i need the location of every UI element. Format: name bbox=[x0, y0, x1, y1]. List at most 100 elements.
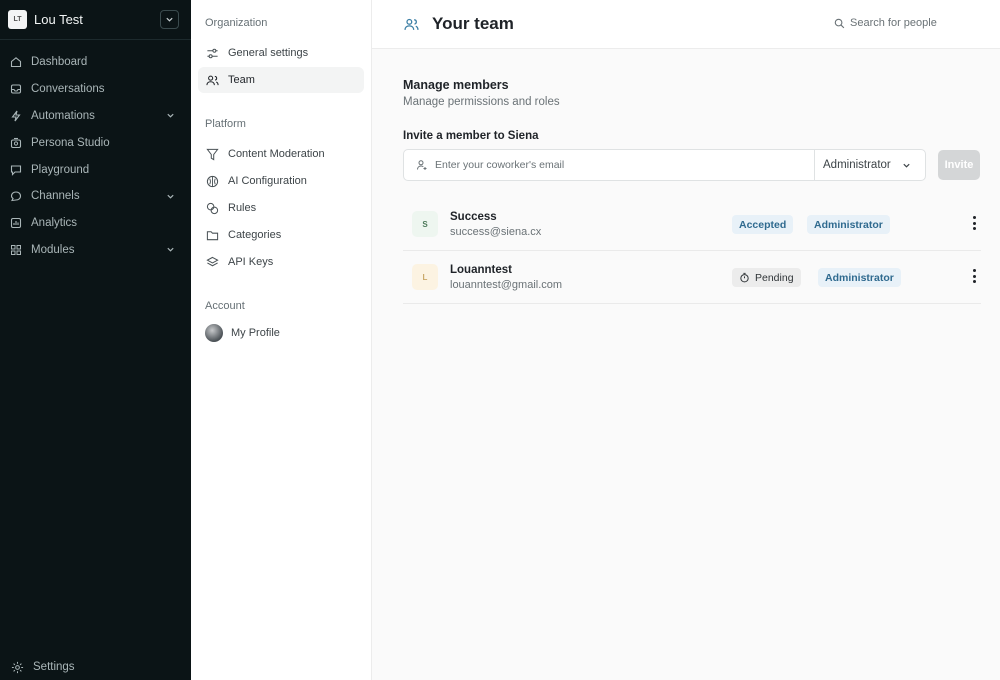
sidebar-item-dashboard[interactable]: Dashboard bbox=[0, 49, 191, 76]
member-info: Success success@siena.cx bbox=[450, 211, 541, 238]
subnav-item-rules[interactable]: Rules bbox=[198, 195, 364, 221]
sidebar-item-label: Dashboard bbox=[31, 56, 88, 69]
subnav-item-content-moderation[interactable]: Content Moderation bbox=[198, 141, 364, 167]
team-section: Manage members Manage permissions and ro… bbox=[372, 49, 981, 304]
subnav-item-api-keys[interactable]: API Keys bbox=[198, 249, 364, 275]
subnav-item-label: Categories bbox=[228, 229, 282, 241]
member-name: Success bbox=[450, 210, 497, 223]
more-options-icon[interactable] bbox=[971, 216, 977, 230]
subnav-item-label: Team bbox=[228, 74, 255, 86]
invite-input-group: Administrator bbox=[403, 149, 926, 181]
sidebar-item-conversations[interactable]: Conversations bbox=[0, 76, 191, 103]
filter-icon bbox=[205, 147, 219, 161]
sidebar-item-automations[interactable]: Automations bbox=[0, 103, 191, 130]
search-placeholder[interactable]: Search for people bbox=[850, 17, 937, 29]
workspace-switcher-button[interactable] bbox=[160, 10, 179, 29]
sidebar-item-label: Settings bbox=[33, 661, 75, 673]
page-header: Your team Search for people bbox=[372, 0, 1000, 49]
sidebar-item-label: Analytics bbox=[31, 217, 78, 230]
invite-button[interactable]: Invite bbox=[938, 150, 980, 180]
member-email: success@siena.cx bbox=[450, 225, 542, 238]
avatar bbox=[205, 324, 223, 342]
member-email: louanntest@gmail.com bbox=[450, 278, 563, 291]
subnav-item-team[interactable]: Team bbox=[198, 67, 364, 93]
status-badge: Accepted bbox=[732, 215, 794, 234]
gear-icon bbox=[9, 659, 25, 675]
analytics-icon bbox=[9, 216, 23, 230]
page-title: Your team bbox=[432, 14, 514, 33]
grid-icon bbox=[9, 243, 23, 257]
inbox-icon bbox=[9, 82, 23, 96]
avatar: S bbox=[412, 211, 438, 237]
invite-form: Administrator Invite bbox=[403, 149, 981, 181]
subnav-item-my-profile[interactable]: My Profile bbox=[198, 320, 364, 346]
settings-nav: Organization General settings Team Platf… bbox=[191, 0, 372, 680]
chevron-down-icon bbox=[903, 163, 910, 168]
member-row: L Louanntest louanntest@gmail.com Pendin… bbox=[403, 251, 981, 304]
subnav-item-label: My Profile bbox=[231, 327, 280, 339]
members-list: S Success success@siena.cx Accepted Admi… bbox=[403, 198, 981, 304]
sidebar-item-settings[interactable]: Settings bbox=[9, 657, 75, 677]
status-badge: Pending bbox=[732, 268, 801, 287]
section-title-account: Account bbox=[205, 300, 245, 312]
persona-icon bbox=[9, 136, 23, 150]
search-icon bbox=[834, 18, 845, 29]
main-sidebar: LT Lou Test Dashboard Conversations Auto… bbox=[0, 0, 191, 680]
subnav-item-label: API Keys bbox=[228, 256, 274, 268]
subnav-item-label: Rules bbox=[228, 202, 257, 214]
avatar: L bbox=[412, 264, 438, 290]
sidebar-item-label: Modules bbox=[31, 243, 75, 256]
sidebar-item-modules[interactable]: Modules bbox=[0, 237, 191, 264]
section-subheading: Manage permissions and roles bbox=[403, 96, 560, 108]
role-badge[interactable]: Administrator bbox=[818, 268, 901, 287]
sidebar-item-channels[interactable]: Channels bbox=[0, 183, 191, 210]
workspace-header[interactable]: LT Lou Test bbox=[0, 0, 191, 40]
folder-icon bbox=[205, 228, 219, 242]
sidebar-item-playground[interactable]: Playground bbox=[0, 156, 191, 183]
member-row: S Success success@siena.cx Accepted Admi… bbox=[403, 198, 981, 251]
main-content: Your team Search for people Manage membe… bbox=[372, 0, 1000, 680]
section-heading: Manage members bbox=[403, 78, 509, 92]
ai-brain-icon bbox=[205, 174, 219, 188]
sidebar-item-label: Persona Studio bbox=[31, 136, 110, 149]
workspace-name: Lou Test bbox=[34, 12, 83, 27]
role-select[interactable]: Administrator bbox=[815, 150, 925, 180]
sliders-icon bbox=[205, 46, 219, 60]
subnav-item-general-settings[interactable]: General settings bbox=[198, 40, 364, 66]
section-title-organization: Organization bbox=[205, 17, 268, 29]
channels-icon bbox=[9, 189, 23, 203]
users-icon bbox=[404, 16, 420, 32]
chevron-down-icon bbox=[167, 248, 174, 253]
layers-icon bbox=[205, 255, 219, 269]
home-icon bbox=[9, 55, 23, 69]
role-select-value: Administrator bbox=[823, 159, 891, 171]
invite-heading: Invite a member to Siena bbox=[403, 130, 539, 142]
role-badge[interactable]: Administrator bbox=[807, 215, 890, 234]
subnav-item-categories[interactable]: Categories bbox=[198, 222, 364, 248]
subnav-item-label: Content Moderation bbox=[228, 148, 325, 160]
member-info: Louanntest louanntest@gmail.com bbox=[450, 264, 562, 291]
email-field[interactable] bbox=[435, 159, 795, 171]
more-options-icon[interactable] bbox=[971, 269, 977, 283]
sidebar-item-label: Channels bbox=[31, 190, 80, 203]
sidebar-item-analytics[interactable]: Analytics bbox=[0, 210, 191, 237]
sidebar-item-persona-studio[interactable]: Persona Studio bbox=[0, 129, 191, 156]
rules-icon bbox=[205, 201, 219, 215]
section-title-platform: Platform bbox=[205, 118, 246, 130]
subnav-item-label: AI Configuration bbox=[228, 175, 307, 187]
chevron-down-icon bbox=[167, 194, 174, 199]
workspace-avatar: LT bbox=[8, 10, 27, 29]
email-field-wrapper bbox=[404, 150, 815, 180]
sidebar-item-label: Automations bbox=[31, 109, 95, 122]
primary-nav: Dashboard Conversations Automations Pers… bbox=[0, 40, 191, 263]
lightning-icon bbox=[9, 109, 23, 123]
chevron-down-icon bbox=[167, 114, 174, 119]
sidebar-item-label: Conversations bbox=[31, 83, 105, 96]
chat-bubble-icon bbox=[9, 163, 23, 177]
subnav-item-ai-configuration[interactable]: AI Configuration bbox=[198, 168, 364, 194]
member-name: Louanntest bbox=[450, 263, 512, 276]
sidebar-item-label: Playground bbox=[31, 163, 90, 176]
user-plus-icon bbox=[416, 159, 428, 171]
users-icon bbox=[205, 73, 219, 87]
people-search[interactable]: Search for people bbox=[834, 17, 937, 29]
